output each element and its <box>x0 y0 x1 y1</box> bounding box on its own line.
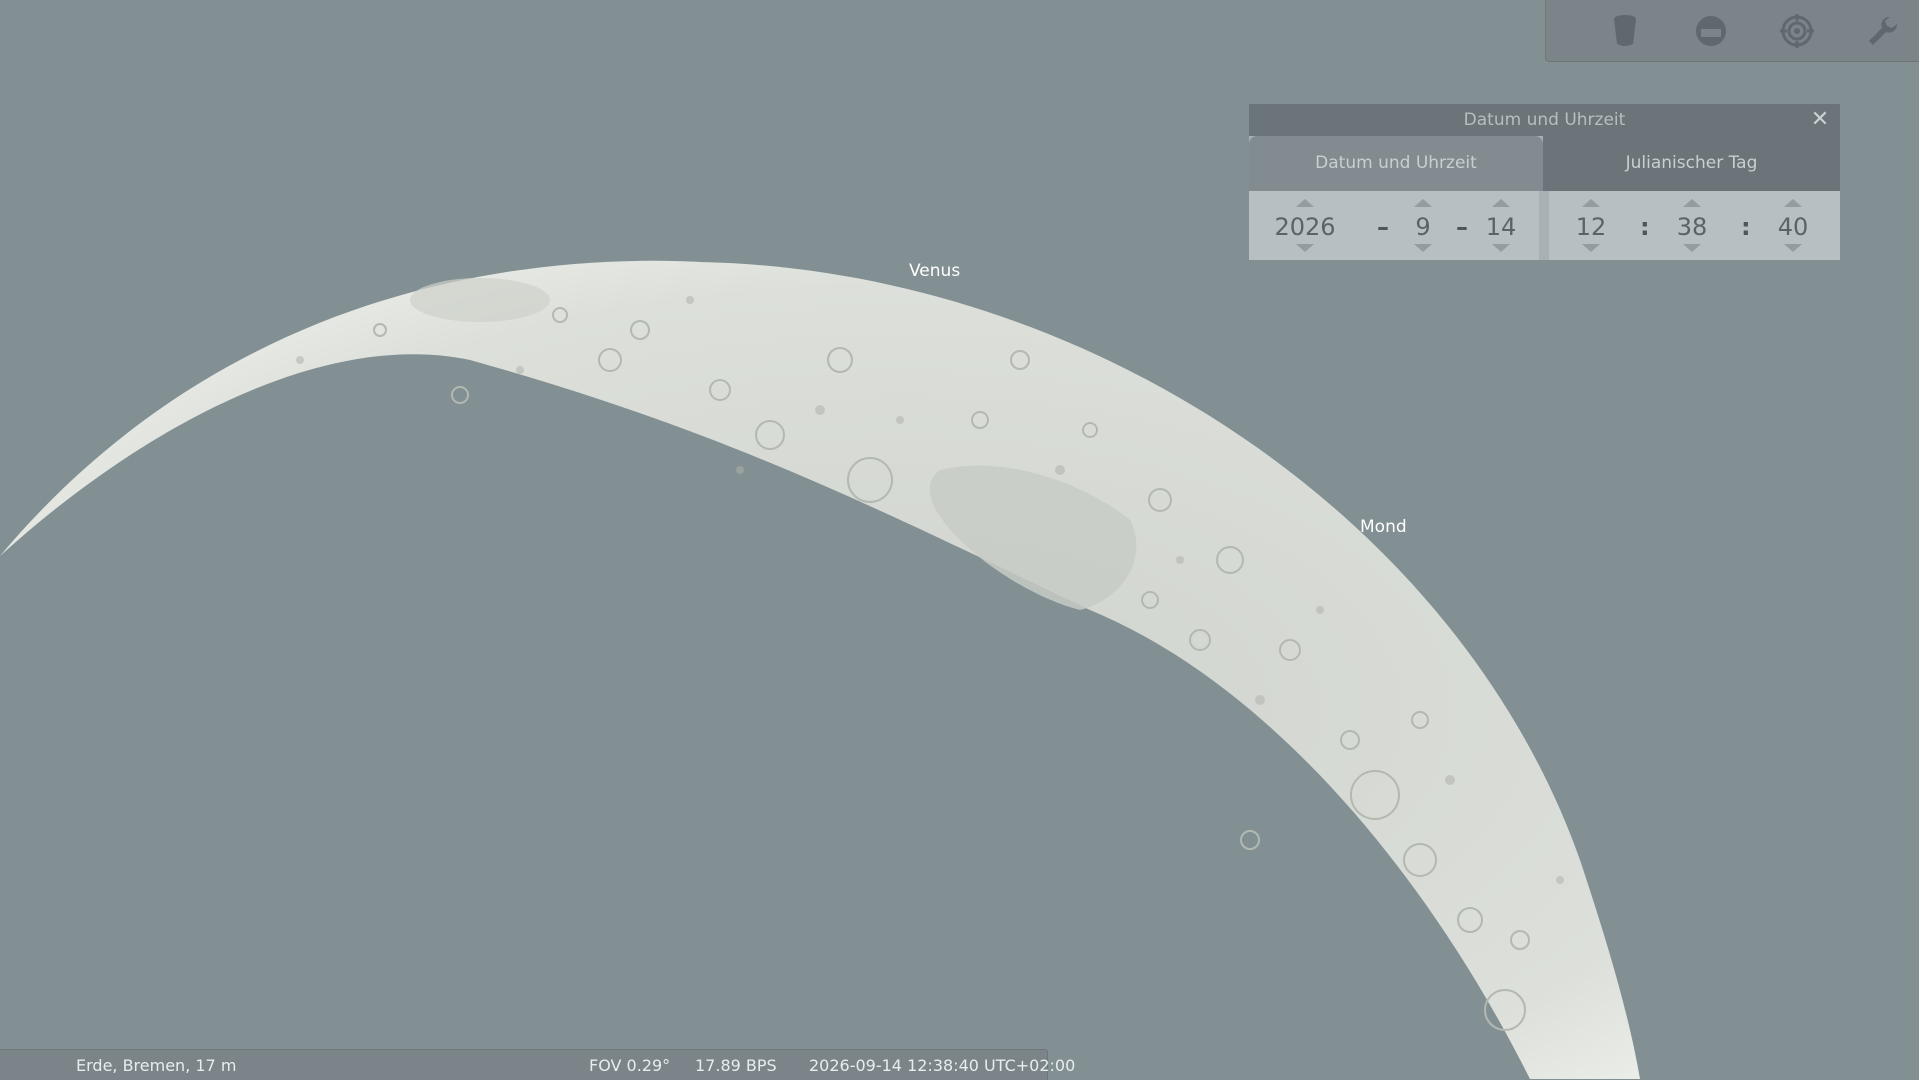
date-panel: 2026 – 9 – 14 <box>1249 191 1539 260</box>
year-up-arrow-icon[interactable] <box>1296 199 1314 207</box>
day-down-arrow-icon[interactable] <box>1492 244 1510 252</box>
window-icon[interactable] <box>1688 8 1734 54</box>
year-down-arrow-icon[interactable] <box>1296 244 1314 252</box>
hour-spinbox[interactable]: 12 <box>1569 191 1613 260</box>
venus-label[interactable]: Venus <box>909 261 960 281</box>
tab-date-time[interactable]: Datum und Uhrzeit <box>1249 136 1543 191</box>
month-spinbox[interactable]: 9 <box>1401 191 1445 260</box>
moon-crescent[interactable] <box>0 260 1640 1079</box>
minute-up-arrow-icon[interactable] <box>1683 199 1701 207</box>
date-separator: – <box>1456 213 1468 241</box>
target-icon[interactable] <box>1774 8 1820 54</box>
top-toolbar <box>1545 0 1919 62</box>
time-separator: : <box>1741 213 1751 241</box>
dialog-title: Datum und Uhrzeit <box>1249 104 1840 136</box>
hour-up-arrow-icon[interactable] <box>1582 199 1600 207</box>
day-up-arrow-icon[interactable] <box>1492 199 1510 207</box>
datetime-status: 2026-09-14 12:38:40 UTC+02:00 <box>809 1056 1076 1075</box>
second-up-arrow-icon[interactable] <box>1784 199 1802 207</box>
status-bar: Erde, Bremen, 17 m FOV 0.29° 17.89 BPS 2… <box>0 1049 1075 1080</box>
time-separator: : <box>1640 213 1650 241</box>
date-separator: – <box>1377 213 1389 241</box>
minute-spinbox[interactable]: 38 <box>1670 191 1714 260</box>
fps-status: 17.89 BPS <box>695 1056 777 1075</box>
time-panel: 12 : 38 : 40 <box>1549 191 1840 260</box>
year-value[interactable]: 2026 <box>1269 213 1341 241</box>
year-spinbox[interactable]: 2026 <box>1269 191 1341 260</box>
tab-julian-day[interactable]: Julianischer Tag <box>1543 136 1840 191</box>
date-time-dialog: Datum und Uhrzeit ✕ Datum und Uhrzeit Ju… <box>1249 104 1840 260</box>
moon-label[interactable]: Mond <box>1360 517 1407 537</box>
fov-status: FOV 0.29° <box>589 1056 671 1075</box>
wrench-icon[interactable] <box>1860 8 1906 54</box>
second-spinbox[interactable]: 40 <box>1771 191 1815 260</box>
second-value[interactable]: 40 <box>1771 213 1815 241</box>
bucket-icon[interactable] <box>1602 8 1648 54</box>
month-up-arrow-icon[interactable] <box>1414 199 1432 207</box>
month-value[interactable]: 9 <box>1401 213 1445 241</box>
month-down-arrow-icon[interactable] <box>1414 244 1432 252</box>
close-icon[interactable]: ✕ <box>1808 108 1832 132</box>
location-status: Erde, Bremen, 17 m <box>76 1056 237 1075</box>
day-value[interactable]: 14 <box>1479 213 1523 241</box>
minute-value[interactable]: 38 <box>1670 213 1714 241</box>
day-spinbox[interactable]: 14 <box>1479 191 1523 260</box>
hour-value[interactable]: 12 <box>1569 213 1613 241</box>
second-down-arrow-icon[interactable] <box>1784 244 1802 252</box>
minute-down-arrow-icon[interactable] <box>1683 244 1701 252</box>
hour-down-arrow-icon[interactable] <box>1582 244 1600 252</box>
